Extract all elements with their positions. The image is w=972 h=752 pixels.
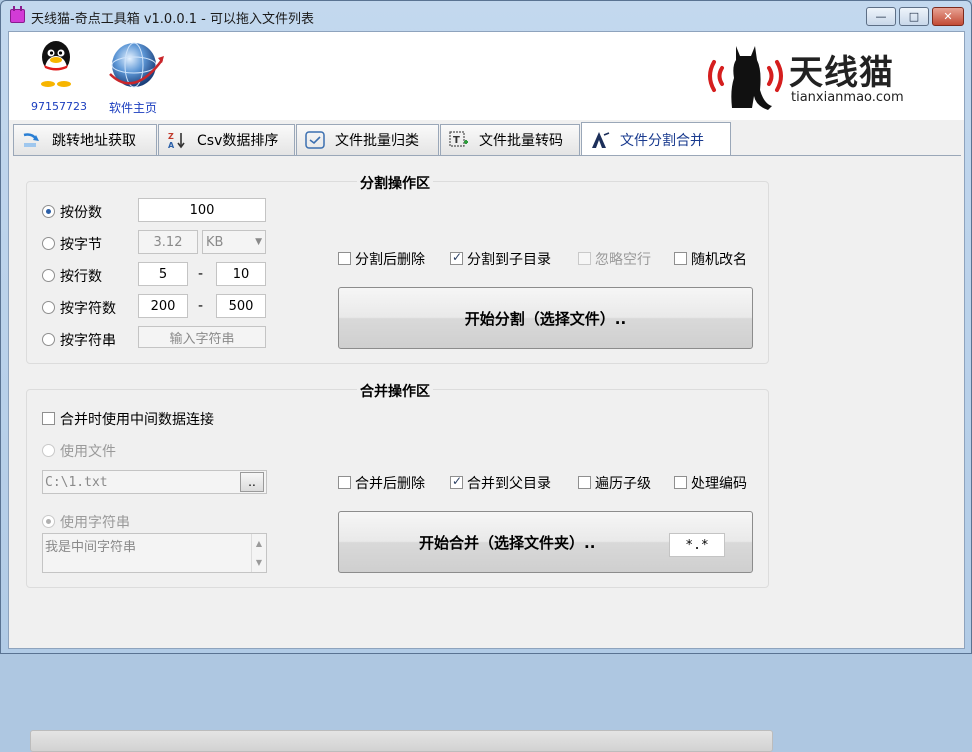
tab-file-transcode[interactable]: T 文件批量转码	[440, 124, 580, 155]
globe-icon[interactable]	[104, 38, 168, 92]
chars-from-input[interactable]: 200	[138, 294, 188, 318]
tab-strip: 跳转地址获取 Z A Csv数据排序 文件批量归类 T 文件批量转码 文件分割合…	[13, 122, 963, 156]
app-window: 天线猫-奇点工具箱 v1.0.0.1 - 可以拖入文件列表 — □ ✕ 9715…	[0, 0, 972, 752]
handle-encoding-label: 处理编码	[691, 476, 747, 492]
title-bar[interactable]: 天线猫-奇点工具箱 v1.0.0.1 - 可以拖入文件列表 — □ ✕	[1, 1, 971, 31]
count-input[interactable]: 100	[138, 198, 266, 222]
by-string-label: 按字符串	[60, 333, 116, 349]
transcode-icon: T	[449, 131, 468, 147]
merge-group: 合并操作区 合并时使用中间数据连接 使用文件 C:\1.txt .. 使用字符串…	[26, 381, 769, 588]
qq-penguin-icon[interactable]	[36, 39, 76, 87]
tab-label: 文件分割合并	[620, 132, 704, 149]
logo-text: 天线猫	[789, 53, 894, 93]
app-icon	[10, 6, 25, 23]
radio-by-string[interactable]	[42, 333, 55, 346]
delete-after-merge-label: 合并后删除	[355, 476, 425, 492]
tab-redirect[interactable]: 跳转地址获取	[13, 124, 157, 155]
textarea-scrollbar[interactable]: ▲ ▼	[251, 534, 266, 572]
split-group: 分割操作区 按份数 100 按字节 3.12 KB ▼ 按行数 5 - 10 按…	[26, 173, 769, 364]
tab-label: 跳转地址获取	[52, 133, 136, 149]
checkbox-delete-after-split[interactable]	[338, 252, 351, 265]
checkbox-merge-to-parent[interactable]	[450, 474, 463, 489]
tab-split-merge[interactable]: 文件分割合并	[581, 122, 731, 156]
chars-range-separator: -	[198, 298, 204, 314]
delete-after-split-label: 分割后删除	[355, 252, 425, 268]
start-split-button[interactable]: 开始分割（选择文件）..	[338, 287, 753, 349]
split-merge-icon	[592, 131, 610, 148]
sort-az-icon: Z A	[168, 132, 185, 149]
ignore-empty-lines-label: 忽略空行	[595, 252, 651, 268]
tab-label: 文件批量归类	[335, 133, 419, 149]
split-group-title: 分割操作区	[357, 173, 433, 193]
tab-label: 文件批量转码	[479, 133, 563, 149]
tab-label: Csv数据排序	[197, 133, 279, 149]
file-path-value: C:\1.txt	[45, 474, 108, 490]
use-file-label: 使用文件	[60, 444, 116, 460]
merge-to-parent-label: 合并到父目录	[467, 476, 551, 492]
lines-range-separator: -	[198, 266, 204, 282]
middle-string-value: 我是中间字符串	[45, 540, 137, 555]
by-bytes-label: 按字节	[60, 237, 102, 253]
browse-file-button[interactable]: ..	[240, 472, 264, 492]
minimize-button[interactable]: —	[866, 7, 896, 26]
lines-to-input[interactable]: 10	[216, 262, 266, 286]
progress-bar	[30, 730, 773, 752]
close-button[interactable]: ✕	[932, 7, 964, 26]
radio-by-bytes[interactable]	[42, 237, 55, 250]
svg-text:Z: Z	[168, 132, 174, 141]
random-rename-label: 随机改名	[691, 252, 747, 268]
checkbox-traverse-subdirs[interactable]	[578, 476, 591, 489]
svg-text:T: T	[453, 135, 460, 146]
tab-csv-sort[interactable]: Z A Csv数据排序	[158, 124, 295, 155]
homepage-link[interactable]: 软件主页	[109, 99, 157, 116]
radio-use-file[interactable]	[42, 444, 55, 457]
checkbox-split-to-subdir[interactable]	[450, 250, 463, 265]
middle-string-textarea[interactable]: 我是中间字符串	[42, 533, 267, 573]
tab-panel-split-merge: 分割操作区 按份数 100 按字节 3.12 KB ▼ 按行数 5 - 10 按…	[13, 155, 961, 752]
redirect-arrow-icon	[23, 133, 39, 147]
by-count-label: 按份数	[60, 205, 102, 221]
logo-url: tianxianmao.com	[791, 90, 904, 105]
unit-select[interactable]: KB ▼	[202, 230, 266, 254]
string-input[interactable]: 输入字符串	[138, 326, 266, 348]
traverse-subdirs-label: 遍历子级	[595, 476, 651, 492]
window-title: 天线猫-奇点工具箱 v1.0.0.1 - 可以拖入文件列表	[31, 12, 314, 27]
header-banner: 97157723 软件主页 天线猫 tianxianmao.com	[9, 32, 964, 120]
chars-to-input[interactable]: 500	[216, 294, 266, 318]
checkbox-handle-encoding[interactable]	[674, 476, 687, 489]
lines-from-input[interactable]: 5	[138, 262, 188, 286]
svg-text:A: A	[168, 141, 175, 149]
unit-value: KB	[206, 234, 224, 250]
use-middle-data-label: 合并时使用中间数据连接	[60, 412, 214, 428]
qq-number-link[interactable]: 97157723	[31, 100, 87, 113]
merge-group-title: 合并操作区	[357, 381, 433, 401]
checkbox-use-middle-data[interactable]	[42, 412, 55, 425]
tab-file-classify[interactable]: 文件批量归类	[296, 124, 439, 155]
by-chars-label: 按字符数	[60, 301, 116, 317]
file-filter-input[interactable]: *.*	[669, 533, 725, 557]
bytes-input[interactable]: 3.12	[138, 230, 198, 254]
classify-icon	[305, 131, 325, 149]
split-to-subdir-label: 分割到子目录	[467, 252, 551, 268]
chevron-down-icon: ▼	[255, 237, 262, 247]
use-string-label: 使用字符串	[60, 515, 130, 531]
checkbox-random-rename[interactable]	[674, 252, 687, 265]
maximize-button[interactable]: □	[899, 7, 929, 26]
checkbox-ignore-empty-lines[interactable]	[578, 252, 591, 265]
by-lines-label: 按行数	[60, 269, 102, 285]
checkbox-delete-after-merge[interactable]	[338, 476, 351, 489]
client-area: 97157723 软件主页 天线猫 tianxianmao.com 跳转地址获取…	[8, 31, 965, 752]
start-merge-label: 开始合并（选择文件夹）..	[419, 533, 596, 552]
radio-by-count[interactable]	[42, 205, 55, 218]
file-path-input[interactable]: C:\1.txt	[42, 470, 267, 494]
radio-by-lines[interactable]	[42, 269, 55, 282]
radio-use-string[interactable]	[42, 515, 55, 528]
radio-by-chars[interactable]	[42, 301, 55, 314]
